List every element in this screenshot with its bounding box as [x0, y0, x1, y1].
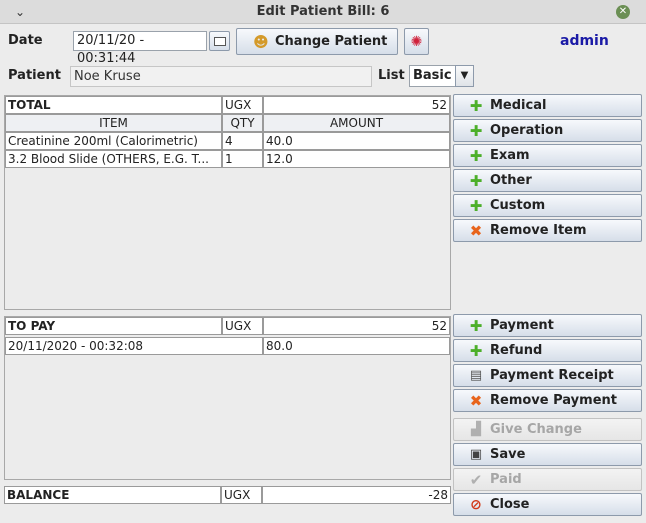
close-label: Close [490, 497, 530, 512]
calendar-icon [213, 36, 226, 46]
remove-item-label: Remove Item [490, 223, 587, 238]
add-medical-button[interactable]: ✚ Medical [453, 94, 642, 117]
total-value: 52 [263, 96, 450, 114]
plus-icon: ✚ [469, 171, 483, 190]
to-pay-currency: UGX [222, 317, 263, 335]
to-pay-value: 52 [263, 317, 450, 335]
item-qty: 4 [222, 132, 263, 150]
table-row[interactable]: 3.2 Blood Slide (OTHERS, E.G. T... 1 12.… [5, 150, 450, 168]
custom-label: Custom [490, 198, 546, 213]
patient-details-button[interactable]: ✺ [404, 28, 429, 55]
balance-label: BALANCE [4, 486, 221, 504]
exam-label: Exam [490, 148, 530, 163]
change-patient-label: Change Patient [275, 34, 388, 49]
remove-icon: ✖ [469, 221, 483, 240]
checkmark-icon: ✔ [469, 470, 483, 489]
item-amount: 12.0 [263, 150, 450, 168]
floppy-disk-icon: ▣ [469, 447, 483, 462]
patient-icon: ☻ [253, 32, 269, 51]
payments-panel: TO PAY UGX 52 20/11/2020 - 00:32:08 80.0 [4, 316, 451, 480]
add-exam-button[interactable]: ✚ Exam [453, 144, 642, 167]
table-row[interactable]: 20/11/2020 - 00:32:08 80.0 [5, 337, 450, 355]
save-button[interactable]: ▣ Save [453, 443, 642, 466]
patient-field: Noe Kruse [70, 66, 372, 87]
items-header-row: ITEM QTY AMOUNT [5, 114, 450, 132]
total-currency: UGX [222, 96, 263, 114]
col-item-header[interactable]: ITEM [5, 114, 222, 132]
payment-receipt-label: Payment Receipt [490, 368, 614, 383]
give-change-label: Give Change [490, 422, 582, 437]
balance-value: -28 [262, 486, 451, 504]
to-pay-label: TO PAY [5, 317, 222, 335]
remove-item-button[interactable]: ✖ Remove Item [453, 219, 642, 242]
plus-icon: ✚ [469, 196, 483, 215]
plus-icon: ✚ [469, 341, 483, 360]
item-name: Creatinine 200ml (Calorimetric) [5, 132, 222, 150]
payment-button[interactable]: ✚ Payment [453, 314, 642, 337]
payment-amount: 80.0 [263, 337, 450, 355]
plus-icon: ✚ [469, 121, 483, 140]
save-label: Save [490, 447, 526, 462]
refund-button[interactable]: ✚ Refund [453, 339, 642, 362]
plus-icon: ✚ [469, 96, 483, 115]
balance-row: BALANCE UGX -28 [4, 486, 451, 504]
item-qty: 1 [222, 150, 263, 168]
paid-button[interactable]: ✔ Paid [453, 468, 642, 491]
change-patient-button[interactable]: ☻ Change Patient [236, 28, 398, 55]
table-row[interactable]: Creatinine 200ml (Calorimetric) 4 40.0 [5, 132, 450, 150]
window-close-icon[interactable]: ✕ [616, 5, 630, 19]
items-panel: TOTAL UGX 52 ITEM QTY AMOUNT Creatinine … [4, 95, 451, 310]
calendar-button[interactable] [209, 31, 230, 51]
operation-label: Operation [490, 123, 564, 138]
give-change-icon: ▟ [471, 422, 481, 437]
close-button[interactable]: ⊘ Close [453, 493, 642, 516]
patient-details-icon: ✺ [410, 33, 423, 50]
col-amount-header[interactable]: AMOUNT [263, 114, 450, 132]
plus-icon: ✚ [469, 146, 483, 165]
list-label: List [378, 68, 405, 83]
list-select[interactable]: Basic [409, 65, 456, 87]
user-name: admin [560, 33, 609, 49]
printer-icon: ▤ [469, 368, 483, 383]
medical-label: Medical [490, 98, 547, 113]
add-custom-button[interactable]: ✚ Custom [453, 194, 642, 217]
payment-date: 20/11/2020 - 00:32:08 [5, 337, 263, 355]
other-label: Other [490, 173, 532, 188]
payment-label: Payment [490, 318, 554, 333]
refund-label: Refund [490, 343, 543, 358]
add-operation-button[interactable]: ✚ Operation [453, 119, 642, 142]
item-amount: 40.0 [263, 132, 450, 150]
window-title: Edit Patient Bill: 6 [256, 4, 390, 19]
balance-currency: UGX [221, 486, 262, 504]
close-icon: ⊘ [470, 496, 482, 513]
item-name: 3.2 Blood Slide (OTHERS, E.G. T... [5, 150, 222, 168]
plus-icon: ✚ [469, 316, 483, 335]
remove-payment-button[interactable]: ✖ Remove Payment [453, 389, 642, 412]
date-label: Date [8, 33, 43, 48]
payment-receipt-button[interactable]: ▤ Payment Receipt [453, 364, 642, 387]
chevron-down-icon[interactable]: ▼ [455, 65, 474, 87]
to-pay-row: TO PAY UGX 52 [5, 317, 450, 335]
total-label: TOTAL [5, 96, 222, 114]
total-row: TOTAL UGX 52 [5, 96, 450, 114]
give-change-button[interactable]: ▟ Give Change [453, 418, 642, 441]
date-field[interactable]: 20/11/20 - 00:31:44 [73, 31, 207, 66]
remove-icon: ✖ [469, 391, 483, 410]
remove-payment-label: Remove Payment [490, 393, 617, 408]
col-qty-header[interactable]: QTY [222, 114, 263, 132]
patient-label: Patient [8, 68, 61, 83]
paid-label: Paid [490, 472, 522, 487]
add-other-button[interactable]: ✚ Other [453, 169, 642, 192]
